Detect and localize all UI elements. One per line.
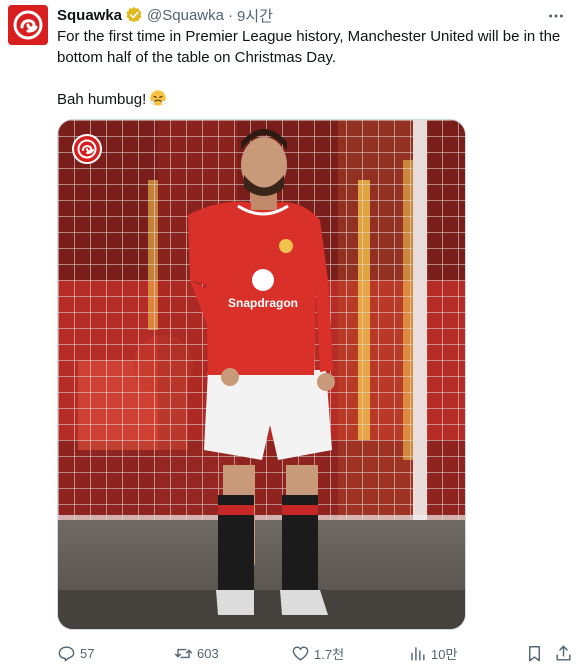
share-icon (556, 645, 571, 661)
bookmark-button[interactable] (525, 644, 544, 663)
like-button[interactable]: 1.7천 (291, 644, 344, 663)
repost-icon (174, 648, 193, 659)
author-handle[interactable]: @Squawka (147, 7, 224, 24)
like-count: 1.7천 (314, 647, 345, 662)
reply-icon (58, 646, 75, 662)
repost-count: 603 (197, 646, 219, 661)
reply-button[interactable]: 57 (57, 644, 94, 663)
share-button[interactable] (554, 644, 573, 663)
player-photo: Snapdragon (58, 120, 465, 629)
views-icon (411, 647, 425, 661)
repost-button[interactable]: 603 (174, 644, 219, 663)
steam-face-emoji-icon (149, 89, 167, 107)
author-name[interactable]: Squawka (57, 7, 122, 24)
bookmark-icon (529, 646, 540, 662)
timestamp[interactable]: 9시간 (237, 5, 273, 26)
separator-dot: · (227, 6, 233, 24)
reply-count: 57 (80, 646, 95, 661)
squawka-logo (8, 5, 48, 45)
avatar[interactable] (8, 5, 48, 45)
views-count: 10만 (431, 647, 458, 662)
tweet[interactable]: Squawka @Squawka · 9시간 For the first tim… (0, 0, 580, 672)
more-icon[interactable] (546, 6, 566, 26)
tweet-media-photo[interactable]: Snapdragon (57, 119, 466, 630)
tweet-text-line-2: Bah humbug! (57, 89, 577, 110)
tweet-header: Squawka @Squawka · 9시간 (57, 5, 273, 25)
like-icon (292, 646, 309, 661)
verified-badge-icon (125, 6, 143, 24)
tweet-text-line: For the first time in Premier League his… (57, 28, 561, 66)
shirt-sponsor-text: Snapdragon (228, 296, 298, 310)
squawka-watermark-logo (72, 134, 102, 164)
tweet-text-line2: Bah humbug! (57, 91, 147, 108)
tweet-text: For the first time in Premier League his… (57, 26, 577, 110)
tweet-actions: 57 603 1.7천 10만 (57, 644, 575, 664)
views-button[interactable]: 10만 (408, 644, 457, 663)
